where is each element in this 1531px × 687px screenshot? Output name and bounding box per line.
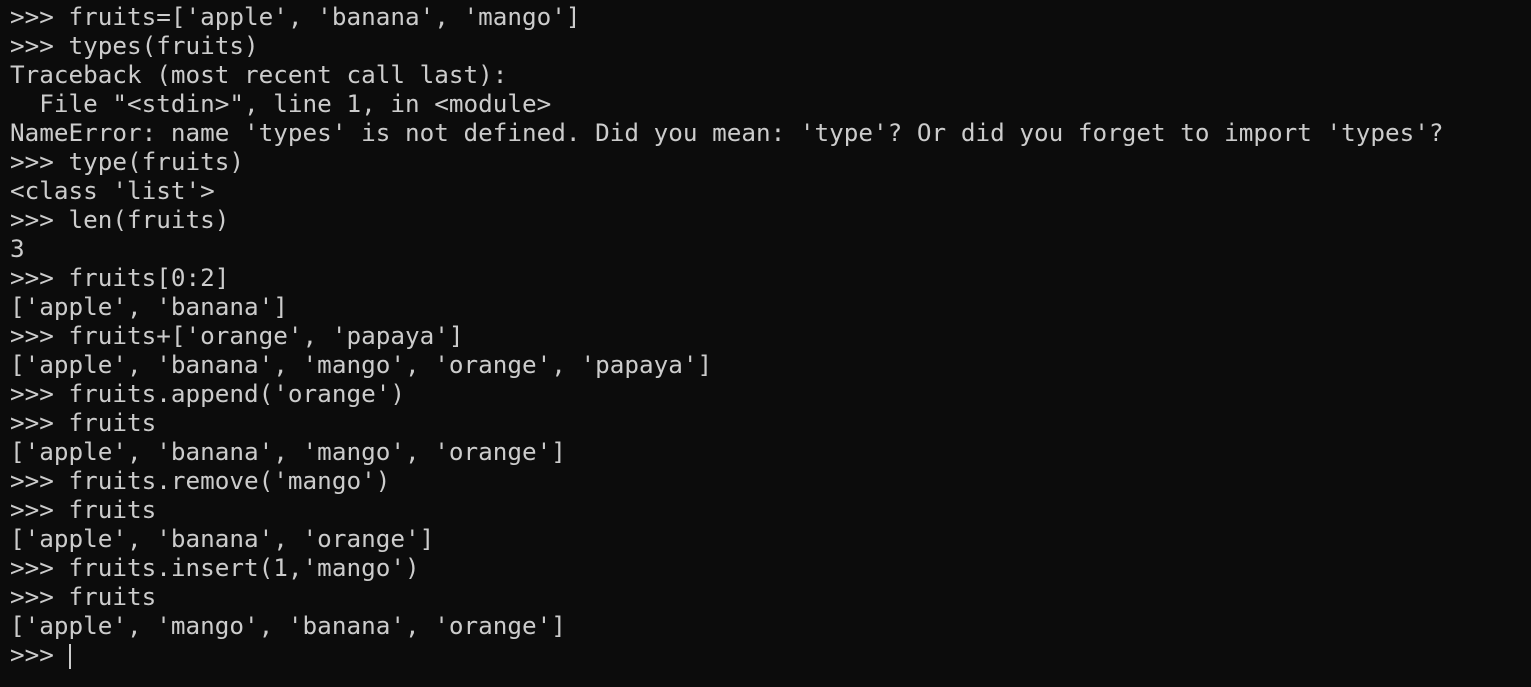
output-line-7: <class 'list'> (10, 176, 215, 205)
input-line[interactable]: >>> (10, 640, 1444, 669)
output-line-2: >>> types(fruits) (10, 31, 259, 60)
output-line-8: >>> len(fruits) (10, 205, 230, 234)
output-line-5: NameError: name 'types' is not defined. … (10, 118, 1444, 147)
output-line-13: ['apple', 'banana', 'mango', 'orange', '… (10, 350, 713, 379)
output-line-16: ['apple', 'banana', 'mango', 'orange'] (10, 437, 566, 466)
output-line-12: >>> fruits+['orange', 'papaya'] (10, 321, 464, 350)
output-line-1: >>> fruits=['apple', 'banana', 'mango'] (10, 2, 581, 31)
output-line-15: >>> fruits (10, 408, 157, 437)
output-line-19: ['apple', 'banana', 'orange'] (10, 524, 435, 553)
output-line-17: >>> fruits.remove('mango') (10, 466, 391, 495)
output-line-4: File "<stdin>", line 1, in <module> (10, 89, 552, 118)
prompt: >>> (10, 640, 69, 669)
output-line-3: Traceback (most recent call last): (10, 60, 508, 89)
output-line-21: >>> fruits (10, 582, 157, 611)
output-line-14: >>> fruits.append('orange') (10, 379, 405, 408)
output-line-20: >>> fruits.insert(1,'mango') (10, 553, 420, 582)
text-cursor (68, 643, 71, 669)
output-line-6: >>> type(fruits) (10, 147, 245, 176)
terminal-window[interactable]: >>> fruits=['apple', 'banana', 'mango'] … (0, 0, 1531, 687)
output-line-22: ['apple', 'mango', 'banana', 'orange'] (10, 611, 566, 640)
output-line-9: 3 (10, 234, 25, 263)
output-line-11: ['apple', 'banana'] (10, 292, 288, 321)
output-line-10: >>> fruits[0:2] (10, 263, 230, 292)
terminal-output: >>> fruits=['apple', 'banana', 'mango'] … (10, 2, 1444, 669)
output-line-18: >>> fruits (10, 495, 157, 524)
